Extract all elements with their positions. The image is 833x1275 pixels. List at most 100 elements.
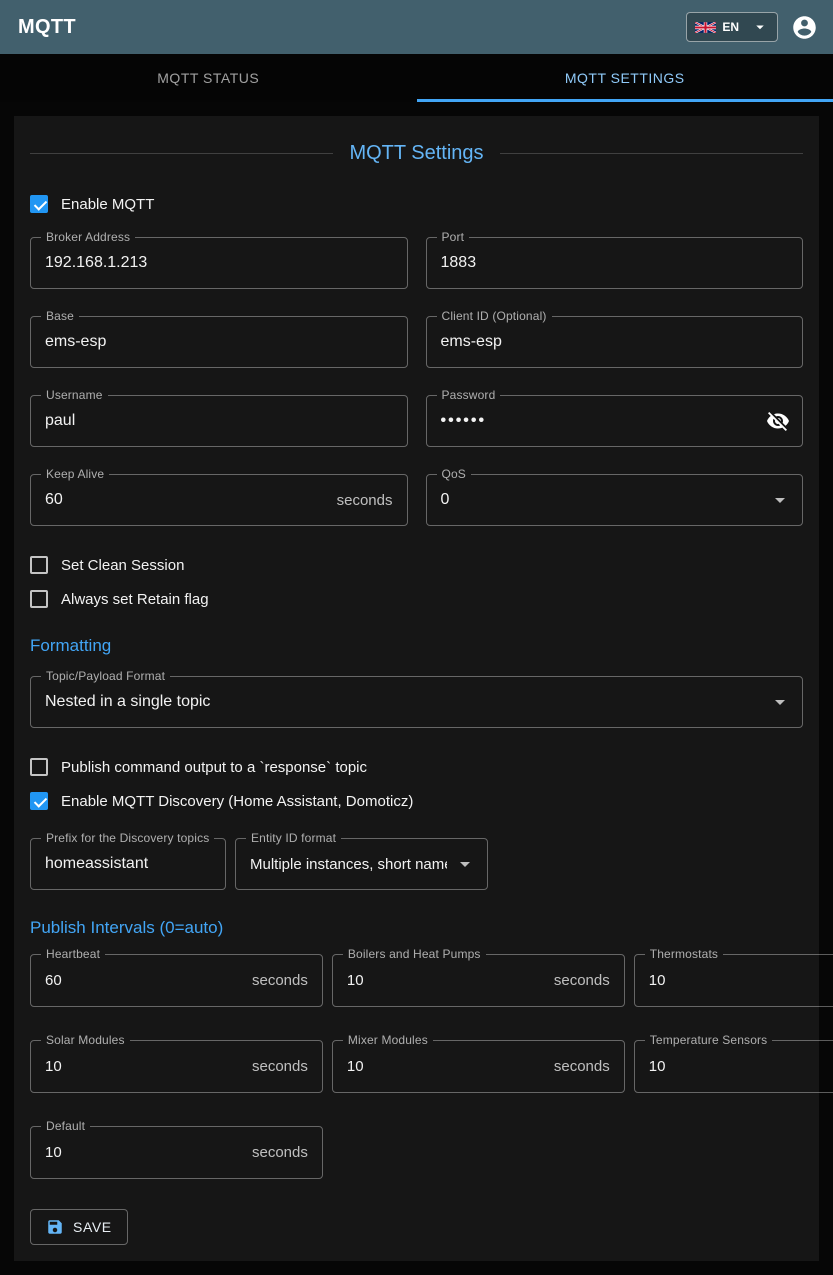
- field-label: Topic/Payload Format: [41, 669, 170, 683]
- seconds-adornment: seconds: [252, 972, 308, 989]
- solar-interval-field[interactable]: Solar Modules seconds: [30, 1040, 323, 1093]
- entity-format-value: Multiple instances, short name: [250, 856, 447, 873]
- clean-session-checkbox[interactable]: Set Clean Session: [30, 556, 184, 574]
- username-input[interactable]: [45, 412, 397, 430]
- keep-alive-input[interactable]: [45, 491, 329, 509]
- field-label: Mixer Modules: [343, 1033, 433, 1047]
- boilers-interval-input[interactable]: [347, 972, 546, 989]
- port-field[interactable]: Port: [426, 237, 804, 289]
- keep-alive-field[interactable]: Keep Alive seconds: [30, 474, 408, 526]
- discovery-prefix-input[interactable]: [45, 855, 215, 873]
- field-label: Broker Address: [41, 230, 135, 244]
- broker-address-field[interactable]: Broker Address: [30, 237, 408, 289]
- language-button[interactable]: EN: [686, 12, 778, 42]
- connection-fields-grid: Broker Address Port Base Client ID (Opti…: [30, 237, 803, 526]
- checkbox-icon: [30, 590, 48, 608]
- uk-flag-icon: [695, 22, 716, 33]
- field-label: Base: [41, 309, 79, 323]
- account-icon[interactable]: [788, 11, 821, 44]
- topic-payload-format-select[interactable]: Topic/Payload Format Nested in a single …: [30, 676, 803, 728]
- field-label: Heartbeat: [41, 947, 105, 961]
- field-label: Thermostats: [645, 947, 723, 961]
- port-input[interactable]: [441, 254, 793, 272]
- thermostats-interval-field[interactable]: Thermostats seconds: [634, 954, 833, 1007]
- checkbox-icon: [30, 556, 48, 574]
- intervals-grid: Heartbeat seconds Boilers and Heat Pumps…: [30, 954, 803, 1179]
- base-field[interactable]: Base: [30, 316, 408, 368]
- qos-value: 0: [441, 491, 763, 509]
- field-label: Temperature Sensors: [645, 1033, 773, 1047]
- password-input[interactable]: [441, 412, 765, 430]
- field-label: Default: [41, 1119, 90, 1133]
- checkbox-label: Enable MQTT: [61, 196, 154, 213]
- field-label: Boilers and Heat Pumps: [343, 947, 486, 961]
- thermostats-interval-input[interactable]: [649, 972, 833, 989]
- save-button-label: SAVE: [73, 1219, 112, 1235]
- entity-id-format-select[interactable]: Entity ID format Multiple instances, sho…: [235, 838, 488, 890]
- chevron-down-icon: [751, 18, 769, 36]
- field-label: Prefix for the Discovery topics: [41, 831, 214, 845]
- checkbox-icon: [30, 792, 48, 810]
- discovery-prefix-field[interactable]: Prefix for the Discovery topics: [30, 838, 226, 890]
- settings-title-divider: MQTT Settings: [30, 142, 803, 165]
- enable-mqtt-checkbox[interactable]: Enable MQTT: [30, 195, 154, 213]
- temperature-sensors-interval-field[interactable]: Temperature Sensors seconds: [634, 1040, 833, 1093]
- checkbox-icon: [30, 195, 48, 213]
- dropdown-arrow-icon: [453, 852, 477, 876]
- mixer-interval-input[interactable]: [347, 1058, 546, 1075]
- visibility-off-icon[interactable]: [764, 407, 792, 435]
- field-label: Client ID (Optional): [437, 309, 552, 323]
- page-title: MQTT: [18, 16, 76, 39]
- boilers-interval-field[interactable]: Boilers and Heat Pumps seconds: [332, 954, 625, 1007]
- client-id-input[interactable]: [441, 333, 793, 351]
- broker-address-input[interactable]: [45, 254, 397, 272]
- heartbeat-interval-input[interactable]: [45, 972, 244, 989]
- app-bar-actions: EN: [686, 11, 821, 44]
- mqtt-settings-card: MQTT Settings Enable MQTT Broker Address…: [14, 116, 819, 1261]
- field-label: Password: [437, 388, 501, 402]
- base-input[interactable]: [45, 333, 397, 351]
- temperature-sensors-interval-input[interactable]: [649, 1058, 833, 1075]
- field-label: Port: [437, 230, 470, 244]
- username-field[interactable]: Username: [30, 395, 408, 447]
- client-id-field[interactable]: Client ID (Optional): [426, 316, 804, 368]
- publish-intervals-section-heading: Publish Intervals (0=auto): [30, 918, 803, 938]
- seconds-adornment: seconds: [252, 1144, 308, 1161]
- seconds-adornment: seconds: [554, 1058, 610, 1075]
- settings-title: MQTT Settings: [349, 142, 483, 165]
- divider-line: [500, 153, 803, 154]
- seconds-adornment: seconds: [337, 492, 393, 509]
- field-label: Solar Modules: [41, 1033, 130, 1047]
- heartbeat-interval-field[interactable]: Heartbeat seconds: [30, 954, 323, 1007]
- app-bar: MQTT EN: [0, 0, 833, 54]
- field-label: QoS: [437, 467, 471, 481]
- dropdown-arrow-icon: [768, 488, 792, 512]
- checkbox-label: Set Clean Session: [61, 557, 184, 574]
- save-icon: [46, 1218, 64, 1236]
- solar-interval-input[interactable]: [45, 1058, 244, 1075]
- password-field[interactable]: Password: [426, 395, 804, 447]
- default-interval-input[interactable]: [45, 1144, 244, 1161]
- checkbox-label: Enable MQTT Discovery (Home Assistant, D…: [61, 793, 413, 810]
- checkbox-icon: [30, 758, 48, 776]
- seconds-adornment: seconds: [554, 972, 610, 989]
- field-label: Keep Alive: [41, 467, 109, 481]
- tab-mqtt-status[interactable]: MQTT STATUS: [0, 54, 417, 102]
- retain-flag-checkbox[interactable]: Always set Retain flag: [30, 590, 209, 608]
- mqtt-discovery-checkbox[interactable]: Enable MQTT Discovery (Home Assistant, D…: [30, 792, 413, 810]
- tab-bar: MQTT STATUS MQTT SETTINGS: [0, 54, 833, 102]
- save-button[interactable]: SAVE: [30, 1209, 128, 1245]
- divider-line: [30, 153, 333, 154]
- tab-mqtt-settings[interactable]: MQTT SETTINGS: [417, 54, 833, 102]
- mixer-interval-field[interactable]: Mixer Modules seconds: [332, 1040, 625, 1093]
- qos-select[interactable]: QoS 0: [426, 474, 804, 526]
- checkbox-label: Always set Retain flag: [61, 591, 209, 608]
- field-label: Username: [41, 388, 108, 402]
- checkbox-label: Publish command output to a `response` t…: [61, 759, 367, 776]
- default-interval-field[interactable]: Default seconds: [30, 1126, 323, 1179]
- language-label: EN: [722, 20, 739, 34]
- formatting-section-heading: Formatting: [30, 636, 803, 656]
- topic-format-value: Nested in a single topic: [45, 693, 762, 711]
- publish-response-checkbox[interactable]: Publish command output to a `response` t…: [30, 758, 367, 776]
- field-label: Entity ID format: [246, 831, 341, 845]
